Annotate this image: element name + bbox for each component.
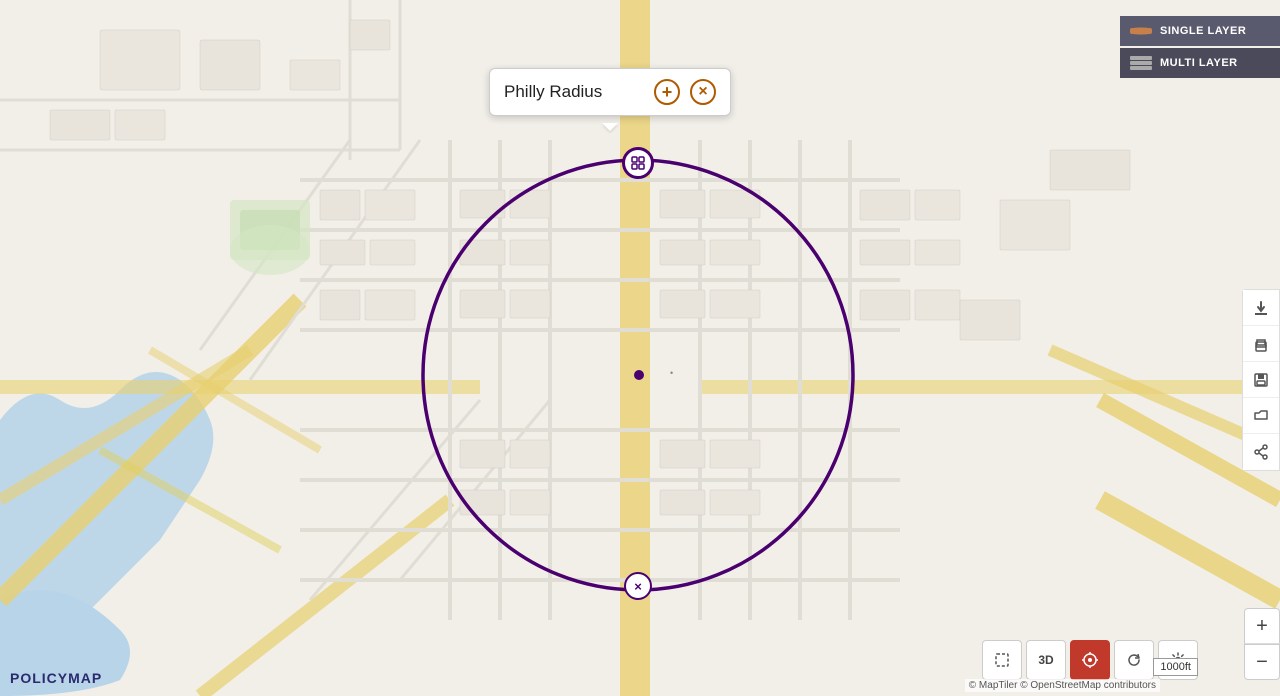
zoom-controls: + − (1244, 608, 1280, 680)
multi-layer-button[interactable]: MULTI LAYER (1120, 48, 1280, 78)
right-toolbar (1242, 289, 1280, 471)
close-icon: × (634, 579, 642, 594)
single-layer-label: SINGLE LAYER (1160, 25, 1246, 37)
popup-add-button[interactable]: + (654, 79, 680, 105)
download-button[interactable] (1243, 290, 1279, 326)
save-icon (1252, 371, 1270, 389)
radius-handle-bottom[interactable]: × (624, 572, 652, 600)
single-layer-button[interactable]: SINGLE LAYER (1120, 16, 1280, 46)
multi-layer-icon (1130, 56, 1152, 70)
folder-button[interactable] (1243, 398, 1279, 434)
policymap-logo: POLICYMAP (10, 670, 102, 686)
svg-text:•: • (670, 368, 673, 378)
refresh-button[interactable] (1114, 640, 1154, 680)
handle-icon (630, 155, 646, 171)
popup-close-button[interactable]: × (690, 79, 716, 105)
select-icon (993, 651, 1011, 669)
share-icon (1252, 443, 1270, 461)
popup-title: Philly Radius (504, 82, 644, 102)
location-button[interactable] (1070, 640, 1110, 680)
single-layer-icon (1130, 24, 1152, 38)
attribution: © MapTiler © OpenStreetMap contributors (965, 679, 1160, 692)
radius-handle-top[interactable] (622, 147, 654, 179)
print-icon (1252, 335, 1270, 353)
scale-value: 1000ft (1160, 661, 1191, 673)
select-tool-button[interactable] (982, 640, 1022, 680)
save-button[interactable] (1243, 362, 1279, 398)
scale-bar: 1000ft (1153, 658, 1198, 676)
share-button[interactable] (1243, 434, 1279, 470)
download-icon (1252, 299, 1270, 317)
print-button[interactable] (1243, 326, 1279, 362)
map-container[interactable]: • Philly Radius + × × (0, 0, 1280, 696)
map-center-dot (634, 370, 644, 380)
folder-icon (1252, 407, 1270, 425)
3d-label: 3D (1038, 653, 1053, 667)
layer-controls: SINGLE LAYER MULTI LAYER (1120, 16, 1280, 78)
popup: Philly Radius + × (489, 68, 731, 116)
zoom-out-button[interactable]: − (1244, 644, 1280, 680)
multi-layer-label: MULTI LAYER (1160, 57, 1238, 69)
refresh-icon (1125, 651, 1143, 669)
location-icon (1081, 651, 1099, 669)
zoom-in-button[interactable]: + (1244, 608, 1280, 644)
view-3d-button[interactable]: 3D (1026, 640, 1066, 680)
